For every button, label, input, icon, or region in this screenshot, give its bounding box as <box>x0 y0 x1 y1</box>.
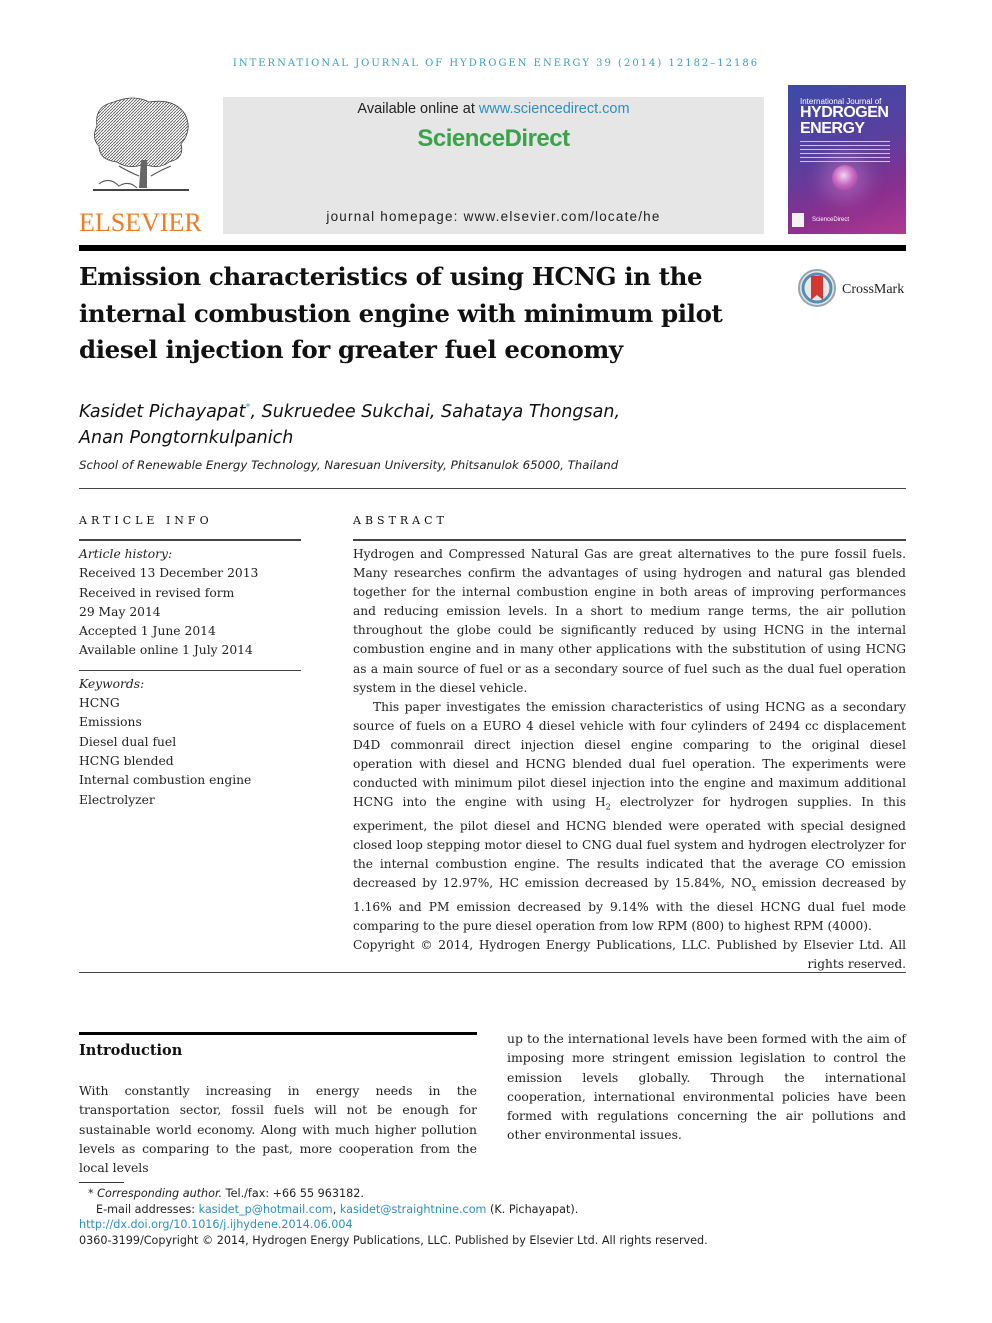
author-phone: Tel./fax: +66 55 963182. <box>222 1187 364 1200</box>
history-item: Received in revised form <box>79 585 235 600</box>
abstract-heading: ABSTRACT <box>353 514 448 527</box>
email-note: E-mail addresses: kasidet_p@hotmail.com,… <box>96 1202 578 1218</box>
keyword: Electrolyzer <box>79 792 155 807</box>
affiliation: School of Renewable Energy Technology, N… <box>79 458 619 472</box>
cover-title-line1: HYDROGEN <box>800 104 889 121</box>
history-item: Received 13 December 2013 <box>79 566 259 581</box>
keyword: HCNG <box>79 696 120 711</box>
article-info-heading: ARTICLE INFO <box>79 514 213 527</box>
author-pichayapat[interactable]: Kasidet Pichayapat <box>79 402 245 422</box>
abstract-paragraph-2: This paper investigates the emission cha… <box>353 698 906 936</box>
abstract-end-rule <box>79 972 906 973</box>
doi-line: http://dx.doi.org/10.1016/j.ijhydene.201… <box>79 1217 353 1233</box>
available-online: Available online at www.sciencedirect.co… <box>223 101 764 117</box>
running-head-text: International Journal of Hydrogen Energy… <box>232 58 760 69</box>
sciencedirect-brand[interactable]: ScienceDirect <box>223 125 764 153</box>
keyword: HCNG blended <box>79 753 174 768</box>
issn-copyright: 0360-3199/Copyright © 2014, Hydrogen Ene… <box>79 1234 708 1247</box>
affiliation-rule <box>79 488 906 489</box>
email-link-1[interactable]: kasidet_p@hotmail.com <box>199 1203 333 1216</box>
keyword: Internal combustion engine <box>79 773 252 788</box>
running-head: International Journal of Hydrogen Energy… <box>0 55 992 69</box>
cover-title: HYDROGEN ENERGY <box>800 104 889 137</box>
crossmark-label: CrossMark <box>842 282 905 297</box>
elsevier-tree-icon <box>93 97 189 191</box>
journal-cover[interactable]: International Journal of HYDROGEN ENERGY … <box>788 85 906 234</box>
introduction-right-column: up to the international levels have been… <box>507 1031 906 1143</box>
crossmark-icon <box>798 269 836 307</box>
email-owner: (K. Pichayapat). <box>486 1203 579 1216</box>
introduction-heading: Introduction <box>79 1042 183 1059</box>
footnote-mark: * <box>88 1187 94 1200</box>
abstract-p2-part1: This paper investigates the emission cha… <box>353 699 906 810</box>
footnote-rule <box>79 1182 124 1183</box>
article-history-label: Article history: <box>79 547 173 561</box>
abstract-copyright: Copyright © 2014, Hydrogen Energy Public… <box>353 937 906 971</box>
email-label: E-mail addresses: <box>96 1203 199 1216</box>
article-title: Emission characteristics of using HCNG i… <box>79 262 723 364</box>
history-item: Accepted 1 June 2014 <box>79 624 216 639</box>
history-item: 29 May 2014 <box>79 604 161 619</box>
corresponding-author-note: * Corresponding author. Tel./fax: +66 55… <box>88 1186 364 1202</box>
elsevier-logo[interactable]: ELSEVIER <box>79 96 202 238</box>
abstract: ABSTRACT Hydrogen and Compressed Natural… <box>353 514 906 974</box>
title-rule <box>79 245 906 251</box>
corresponding-label: Corresponding author. <box>97 1187 223 1200</box>
elsevier-wordmark: ELSEVIER <box>79 208 202 237</box>
author-pongtornkulpanich: Anan Pongtornkulpanich <box>79 427 294 448</box>
authors: Kasidet Pichayapat*, Sukruedee Sukchai, … <box>79 395 779 451</box>
keyword: Emissions <box>79 715 142 730</box>
history-item: Available online 1 July 2014 <box>79 643 253 658</box>
introduction-rule <box>79 1032 477 1035</box>
sciencedirect-banner: Available online at www.sciencedirect.co… <box>223 97 764 234</box>
introduction-left-column: With constantly increasing in energy nee… <box>79 1083 477 1176</box>
sciencedirect-link[interactable]: www.sciencedirect.com <box>479 101 630 117</box>
cover-footer: ScienceDirect <box>812 217 850 223</box>
doi-link[interactable]: http://dx.doi.org/10.1016/j.ijhydene.201… <box>79 1218 353 1231</box>
article-info: ARTICLE INFO Article history: Received 1… <box>79 514 301 810</box>
keyword: Diesel dual fuel <box>79 734 177 749</box>
article-info-rule <box>79 539 301 541</box>
cover-publisher-icon <box>792 213 804 227</box>
cover-title-line2: ENERGY <box>800 120 865 137</box>
crossmark-button[interactable]: CrossMark <box>797 268 909 310</box>
authors-rest: , Sukruedee Sukchai, Sahataya Thongsan, <box>250 401 621 422</box>
email-link-2[interactable]: kasidet@straightnine.com <box>340 1203 487 1216</box>
abstract-rule <box>353 539 906 541</box>
available-online-label: Available online at <box>357 101 479 117</box>
journal-homepage[interactable]: journal homepage: www.elsevier.com/locat… <box>223 209 764 224</box>
abstract-paragraph-1: Hydrogen and Compressed Natural Gas are … <box>353 547 906 695</box>
cover-orb-icon <box>832 165 858 191</box>
keywords-rule <box>79 669 301 671</box>
email-separator: , <box>332 1203 340 1216</box>
keywords-label: Keywords: <box>79 676 145 691</box>
cover-editors <box>800 141 890 163</box>
